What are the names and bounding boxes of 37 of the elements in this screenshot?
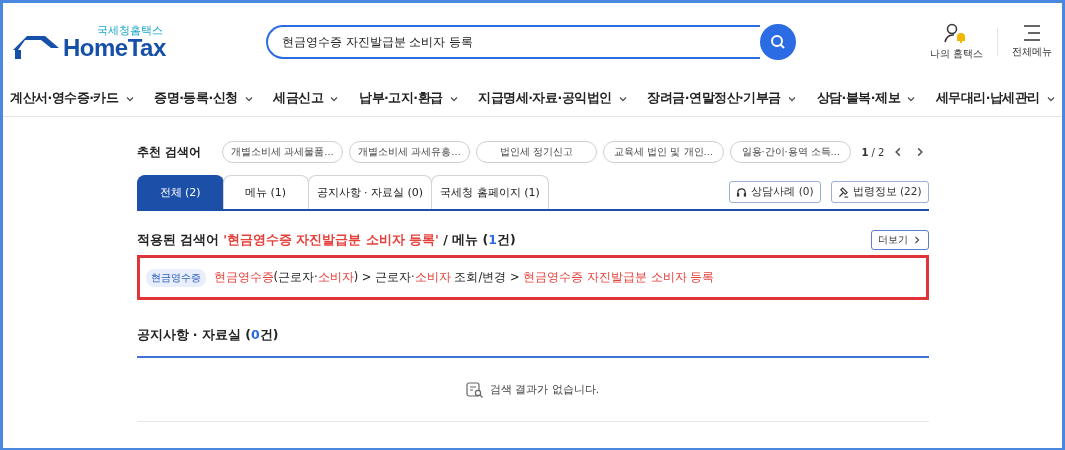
more-button[interactable]: 더보기	[870, 230, 929, 250]
my-hometax-button[interactable]: 나의 홈택스	[929, 23, 983, 61]
nav-menu-item[interactable]: 장려금·연말정산·기부금	[647, 90, 797, 107]
nav-menu-item[interactable]: 증명·등록·신청	[154, 90, 254, 107]
nav-menu-item[interactable]: 지급명세·자료·공익법인	[478, 90, 628, 107]
all-menu-button[interactable]: 전체메뉴	[1012, 25, 1052, 59]
menu-results-heading: 적용된 검색어 '현금영수증 자진발급분 소비자 등록' / 메뉴 (1건)	[136, 231, 516, 249]
law-info-button[interactable]: 법령정보 (22)	[830, 181, 929, 203]
gavel-icon	[837, 186, 849, 198]
page-indicator: 1 / 2	[861, 146, 885, 158]
keyword-chip[interactable]: 개별소비세 과세유흥…	[348, 141, 471, 163]
result-tab[interactable]: 메뉴 (1)	[222, 175, 309, 209]
result-tab[interactable]: 국세청 홈페이지 (1)	[431, 175, 549, 209]
keyword-chip[interactable]: 교육세 법인 및 개인…	[603, 141, 725, 163]
nav-menu-item[interactable]: 계산서·영수증·카드	[10, 90, 135, 107]
logo-name: HomeTax	[63, 35, 166, 60]
menu-path-link[interactable]: 현금영수증(근로자·소비자) > 근로자·소비자 조회/변경 > 현금영수증 자진발급분 소비자 등록	[213, 270, 715, 285]
category-tag: 현금영수증	[145, 268, 206, 287]
headset-icon	[736, 186, 748, 198]
nav-menu-item[interactable]: 세무대리·납세관리	[935, 90, 1056, 107]
keyword-chip[interactable]: 개별소비세 과세물품…	[221, 141, 343, 163]
document-search-icon	[465, 381, 484, 398]
search-button[interactable]	[760, 24, 796, 60]
logo-subtitle: 국세청홈택스	[97, 24, 164, 36]
nav-menu-item[interactable]: 상담·불복·제보	[816, 90, 917, 107]
search-icon	[770, 34, 786, 50]
keyword-chip[interactable]: 일용·간이·용역 소득…	[730, 141, 852, 163]
notice-results-heading: 공지사항 · 자료실 (0건)	[136, 326, 279, 344]
recommended-label: 추천 검색어	[136, 143, 202, 161]
menu-icon	[1022, 25, 1042, 41]
counsel-cases-button[interactable]: 상담사례 (0)	[729, 181, 821, 203]
nav-menu-item[interactable]: 납부·고지·환급	[359, 90, 459, 107]
search-field[interactable]: 현금영수증 자진발급분 소비자 등록	[266, 25, 760, 59]
result-tab[interactable]: 전체 (2)	[136, 175, 224, 209]
keyword-chip[interactable]: 법인세 정기신고	[476, 141, 598, 163]
nav-menu-item[interactable]: 세금신고	[273, 90, 340, 107]
empty-message: 검색 결과가 없습니다.	[489, 382, 600, 397]
